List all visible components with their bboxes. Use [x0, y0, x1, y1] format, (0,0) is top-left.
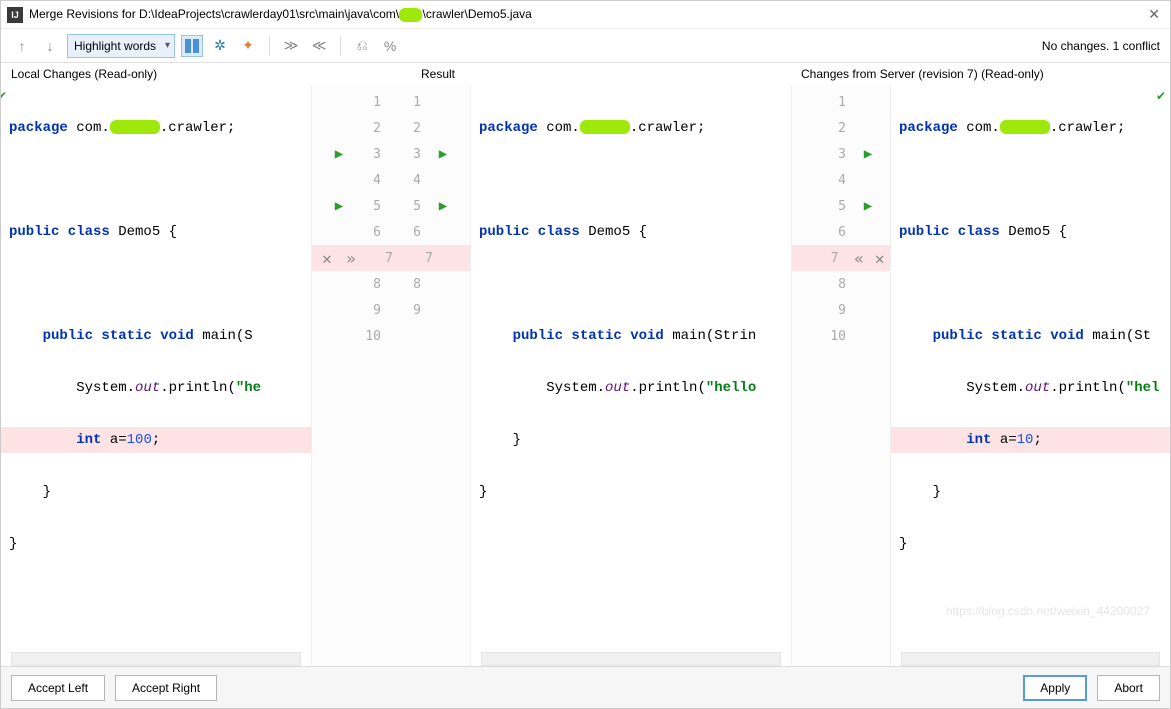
- result-pane-label: Result: [411, 67, 471, 81]
- side-by-side-icon[interactable]: [181, 35, 203, 57]
- run-icon[interactable]: ▶: [327, 146, 351, 162]
- close-icon[interactable]: ✕: [1144, 6, 1164, 23]
- next-diff-button[interactable]: ↓: [39, 35, 61, 57]
- separator: [340, 36, 341, 56]
- left-pane-label: Local Changes (Read-only): [1, 67, 311, 81]
- accept-right-icon[interactable]: »: [339, 249, 363, 268]
- footer: Accept Left Accept Right Apply Abort: [1, 666, 1170, 708]
- diff-panes: ✔ package com. .crawler; public class De…: [1, 85, 1170, 666]
- settings-icon[interactable]: ✲: [209, 35, 231, 57]
- prev-diff-button[interactable]: ↑: [11, 35, 33, 57]
- pane-labels: Local Changes (Read-only) Result Changes…: [1, 63, 1170, 85]
- toolbar: ↑ ↓ Highlight words ✲ ✦ ≫ ≪ ⎌ % No chang…: [1, 29, 1170, 63]
- apply-nonconflict-left-icon[interactable]: ≫: [280, 35, 302, 57]
- watermark: https://blog.csdn.net/weixin_44200027: [946, 604, 1150, 618]
- scrollbar[interactable]: [901, 652, 1160, 666]
- reject-icon[interactable]: ✕: [315, 249, 339, 268]
- run-icon[interactable]: ▶: [431, 198, 455, 214]
- left-code: package com. .crawler; public class Demo…: [1, 85, 311, 609]
- percent-icon[interactable]: %: [379, 35, 401, 57]
- window-title: Merge Revisions for D:\IdeaProjects\craw…: [29, 7, 532, 22]
- run-icon[interactable]: ▶: [431, 146, 455, 162]
- app-icon: IJ: [7, 7, 23, 23]
- undo-icon[interactable]: ⎌: [351, 35, 373, 57]
- separator: [269, 36, 270, 56]
- accept-left-icon[interactable]: «: [849, 249, 870, 268]
- scrollbar[interactable]: [481, 652, 781, 666]
- result-pane[interactable]: package com. .crawler; public class Demo…: [471, 85, 791, 666]
- right-gutter: 1 2 3▶ 4 5▶ 6 7«✕ 8 9 10: [791, 85, 891, 666]
- apply-nonconflict-right-icon[interactable]: ≪: [308, 35, 330, 57]
- scrollbar[interactable]: [11, 652, 301, 666]
- status-text: No changes. 1 conflict: [1042, 39, 1160, 53]
- apply-button[interactable]: Apply: [1023, 675, 1087, 701]
- left-pane: ✔ package com. .crawler; public class De…: [1, 85, 311, 666]
- magic-resolve-icon[interactable]: ✦: [237, 35, 259, 57]
- right-pane: ✔ package com. .crawler; public class De…: [891, 85, 1170, 666]
- right-code: package com. .crawler; public class Demo…: [891, 85, 1170, 609]
- right-pane-label: Changes from Server (revision 7) (Read-o…: [791, 67, 1170, 81]
- run-icon[interactable]: ▶: [856, 198, 880, 214]
- abort-button[interactable]: Abort: [1097, 675, 1160, 701]
- accept-right-button[interactable]: Accept Right: [115, 675, 217, 701]
- left-gutter: 11 22 ▶33▶ 44 ▶55▶ 66 ✕»77 88 99 10: [311, 85, 471, 666]
- redacted-text: [399, 8, 422, 22]
- titlebar: IJ Merge Revisions for D:\IdeaProjects\c…: [1, 1, 1170, 29]
- accept-left-button[interactable]: Accept Left: [11, 675, 105, 701]
- run-icon[interactable]: ▶: [327, 198, 351, 214]
- run-icon[interactable]: ▶: [856, 146, 880, 162]
- highlight-select[interactable]: Highlight words: [67, 34, 175, 58]
- result-code[interactable]: package com. .crawler; public class Demo…: [471, 85, 791, 557]
- reject-icon[interactable]: ✕: [869, 249, 890, 268]
